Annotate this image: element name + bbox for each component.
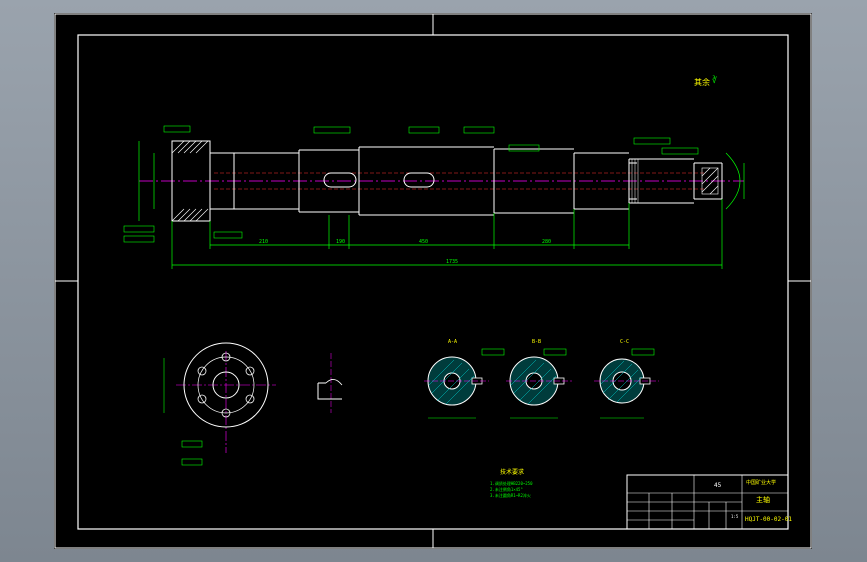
dimensions — [138, 141, 745, 269]
flange-end-view — [163, 342, 276, 466]
inner-frame — [77, 34, 789, 530]
overall-length-dim: 1735 — [446, 259, 458, 265]
roughness-note: 其余 — [694, 77, 710, 87]
section-c: C-C — [594, 339, 659, 404]
scale: 1:5 — [731, 514, 739, 519]
svg-text:280: 280 — [542, 239, 551, 245]
shaft-main-view — [139, 140, 744, 222]
svg-text:2.未注倒角1×45°: 2.未注倒角1×45° — [490, 486, 523, 492]
svg-text:B-B: B-B — [532, 339, 541, 345]
svg-text:3.未注圆角R1~R2淬火: 3.未注圆角R1~R2淬火 — [490, 492, 531, 498]
company-name: 中国矿业大学 — [746, 479, 776, 486]
drawing-sheet: 其余 ∛ 1735 210 190 450 280 A-A B-B C-C 技术… — [54, 13, 812, 549]
svg-text:C-C: C-C — [620, 339, 629, 345]
outer-border — [54, 13, 812, 549]
part-name: 主轴 — [756, 495, 770, 504]
svg-text:A-A: A-A — [448, 339, 457, 345]
title-block: 45 中国矿业大学 主轴 HQJT-00-02-01 1:5 — [626, 474, 792, 530]
svg-text:190: 190 — [336, 239, 345, 245]
centering-marks — [55, 14, 811, 548]
material: 45 — [714, 482, 722, 489]
drawing-number: HQJT-00-02-01 — [745, 516, 792, 523]
shaft-drawing: 其余 ∛ 1735 210 190 450 280 A-A B-B C-C 技术… — [54, 13, 812, 549]
section-a: A-A — [424, 339, 489, 406]
svg-text:∛: ∛ — [712, 75, 717, 85]
cad-viewport[interactable]: 其余 ∛ 1735 210 190 450 280 A-A B-B C-C 技术… — [0, 0, 867, 562]
technical-notes: 技术要求 1.调质处理HB220~250 2.未注倒角1×45° 3.未注圆角R… — [490, 468, 533, 498]
svg-text:1.调质处理HB220~250: 1.调质处理HB220~250 — [490, 480, 533, 486]
key-detail — [317, 353, 343, 413]
svg-text:450: 450 — [419, 239, 428, 245]
notes-title: 技术要求 — [500, 468, 524, 476]
svg-text:210: 210 — [259, 239, 268, 245]
